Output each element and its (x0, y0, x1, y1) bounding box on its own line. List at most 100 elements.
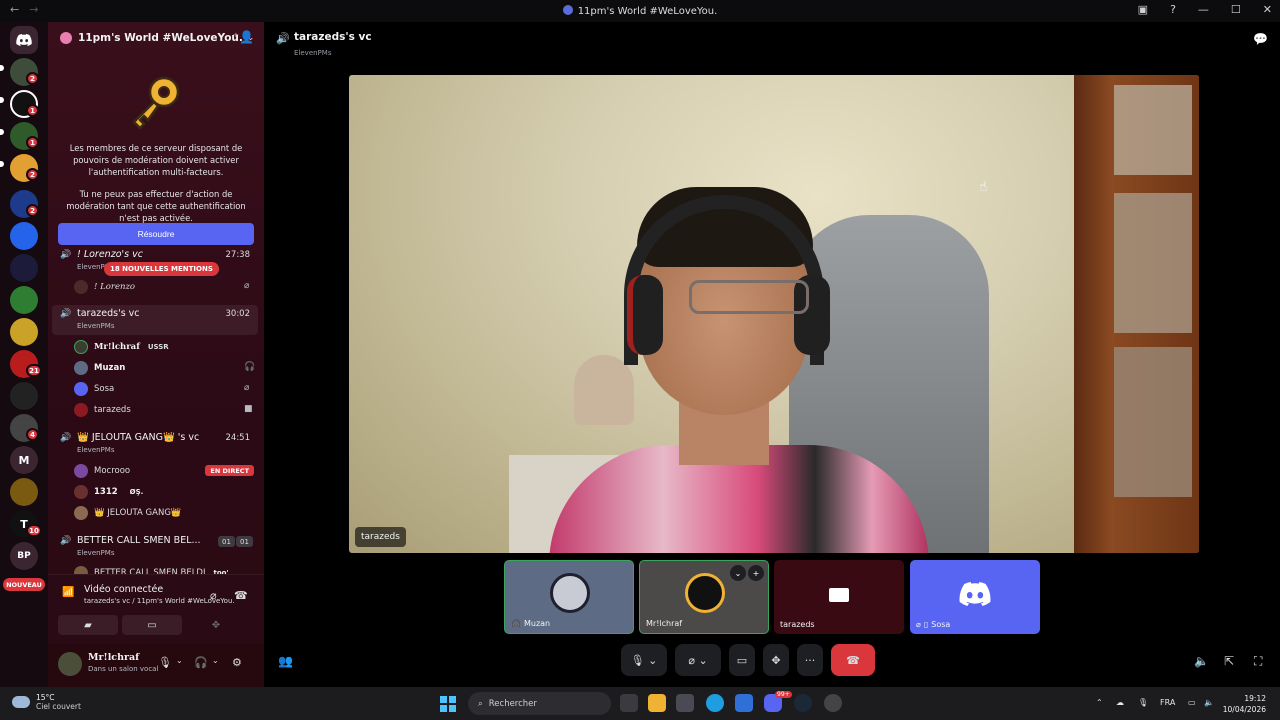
screen-share-button[interactable]: ▭ (122, 615, 182, 635)
steam-icon[interactable] (794, 694, 812, 712)
call-channel-subtitle: ElevenPMs (294, 49, 332, 57)
voice-member[interactable]: Mr!lchraf USSR (74, 338, 169, 356)
volume-icon[interactable]: 🔈 (1194, 654, 1209, 668)
voice-member[interactable]: Mocrooo (74, 462, 130, 480)
resolve-button[interactable]: Résoudre (58, 223, 254, 245)
speaker-icon: 🔊 (60, 433, 72, 443)
language-indicator[interactable]: FRA (1160, 698, 1175, 707)
avatar (74, 464, 88, 478)
maximize-button[interactable]: ☐ (1231, 3, 1241, 16)
activities-button[interactable]: ✥ (763, 644, 789, 676)
camera-toggle[interactable]: ⌀ ⌄ (675, 644, 721, 676)
voice-member[interactable]: Sosa (74, 380, 114, 398)
popout-icon[interactable]: ⇱ (1224, 654, 1234, 668)
microphone-icon[interactable]: 🎙 (1138, 698, 1148, 707)
minimize-button[interactable]: — (1198, 3, 1209, 16)
member-name: 👑 JELOUTA GANG👑 (94, 508, 182, 518)
member-name: tarazeds (94, 405, 131, 415)
channel-name[interactable]: BETTER CALL SMEN BEL... (77, 535, 201, 546)
server-header[interactable]: 11pm's World #WeLoveYou. ⌄ ⁺👤 (48, 22, 264, 54)
voice-member[interactable]: Muzan (74, 359, 125, 377)
discord-home-icon[interactable] (10, 26, 38, 54)
add-people-icon[interactable]: 👥 (278, 654, 293, 668)
chat-icon[interactable]: 💬 (1253, 32, 1268, 46)
file-explorer-icon[interactable] (648, 694, 666, 712)
weather-widget[interactable]: 15°C Ciel couvert (12, 693, 81, 711)
close-button[interactable]: ✕ (1263, 3, 1272, 16)
participant-tile[interactable]: 🎧 Muzan (504, 560, 634, 634)
participant-name: Muzan (523, 619, 551, 628)
display-icon[interactable]: ▭ (1188, 698, 1196, 707)
call-channel-name: tarazeds's vc (294, 31, 372, 43)
member-tag: ØŞ. (129, 488, 144, 496)
start-button[interactable] (440, 696, 456, 712)
speaker-icon[interactable]: 🔈 (1204, 698, 1214, 707)
participant-tile[interactable]: ⌄ + Mr!lchraf (639, 560, 769, 634)
gear-icon[interactable]: ⚙ (232, 656, 242, 669)
chevron-down-icon[interactable]: ⌄ (212, 656, 219, 665)
server-icon-7[interactable] (10, 382, 38, 410)
channel-timer: 27:38 (225, 250, 251, 260)
server-icon-3[interactable] (10, 254, 38, 282)
server-avatar-icon (60, 32, 72, 44)
noise-suppression-icon[interactable]: ⌀ (210, 589, 217, 602)
channel-timer: 30:02 (225, 309, 251, 319)
main-video-feed[interactable]: ☝ tarazeds (349, 75, 1199, 553)
participant-tile[interactable]: ⌀ ▯ Sosa (910, 560, 1040, 634)
microphone-icon[interactable]: 🎙 (158, 656, 172, 669)
channel-name[interactable]: tarazeds's vc (77, 308, 140, 319)
server-icon-5[interactable] (10, 318, 38, 346)
voice-member[interactable]: ! Lorenzo (74, 278, 135, 296)
headphones-icon[interactable]: 🎧 (194, 656, 208, 669)
member-name: 1312 (94, 487, 118, 497)
disconnect-icon[interactable]: ☎ (234, 589, 248, 602)
taskbar-search[interactable]: ⌕ Rechercher (468, 692, 611, 715)
chrome-icon[interactable] (824, 694, 842, 712)
chevron-down-icon[interactable]: ⌄ (730, 565, 746, 581)
user-name[interactable]: Mr!lchraf (88, 652, 139, 663)
clock[interactable]: 19:12 10/04/2026 (1223, 693, 1266, 715)
server-icon-4[interactable] (10, 286, 38, 314)
fullscreen-icon[interactable]: ⛶ (1254, 654, 1262, 669)
voice-member[interactable]: 👑 JELOUTA GANG👑 (74, 504, 182, 522)
voice-member[interactable]: tarazeds (74, 401, 131, 419)
task-view-icon[interactable] (620, 694, 638, 712)
camera-off-button[interactable]: ▰ (58, 615, 118, 635)
avatar (550, 573, 590, 613)
screen-share-button[interactable]: ▭ (729, 644, 755, 676)
server-icon-m[interactable]: M (10, 446, 38, 474)
invite-people-icon[interactable]: ⁺👤 (233, 30, 254, 44)
chevron-down-icon[interactable]: ⌄ (176, 656, 183, 665)
voice-member[interactable]: 1312 ØŞ. (74, 483, 143, 501)
add-people-icon[interactable]: + (748, 565, 764, 581)
new-mentions-pill[interactable]: 18 NOUVELLES MENTIONS (104, 262, 219, 276)
disconnect-button[interactable]: ☎ (831, 644, 875, 676)
channel-subtitle: ElevenPMs (77, 322, 115, 330)
avatar[interactable] (58, 652, 82, 676)
server-name: 11pm's World #WeLoveYou. (78, 32, 243, 44)
speaker-icon: 🔊 (276, 32, 290, 45)
edge-icon[interactable] (706, 694, 724, 712)
server-icon-9[interactable] (10, 478, 38, 506)
server-icon-2[interactable] (10, 222, 38, 250)
inbox-icon[interactable]: ▣ (1138, 3, 1148, 16)
more-options-button[interactable]: ··· (797, 644, 823, 676)
activities-button[interactable]: ✥ (186, 615, 246, 635)
channel-name[interactable]: ! Lorenzo's vc (77, 249, 143, 260)
participant-tile[interactable]: tarazeds (774, 560, 904, 634)
mail-icon[interactable] (735, 694, 753, 712)
server-icon-bp[interactable]: BP (10, 542, 38, 570)
channel-subtitle: ElevenPMs (77, 446, 115, 454)
network-icon[interactable]: ☁ (1116, 698, 1124, 707)
microphone-toggle[interactable]: 🎙 ⌄ (621, 644, 667, 676)
member-name: Sosa (94, 384, 115, 394)
new-unreads-pill[interactable]: NOUVEAU (3, 578, 45, 591)
clock-date: 10/04/2026 (1222, 705, 1266, 714)
store-icon[interactable] (676, 694, 694, 712)
mention-badge: 2 (26, 72, 39, 85)
help-icon[interactable]: ? (1170, 3, 1176, 16)
avatar (74, 403, 88, 417)
channel-name[interactable]: 👑 JELOUTA GANG👑 's vc (77, 432, 199, 443)
chevron-up-icon[interactable]: ⌃ (1096, 698, 1103, 707)
camera-icon (829, 588, 849, 602)
